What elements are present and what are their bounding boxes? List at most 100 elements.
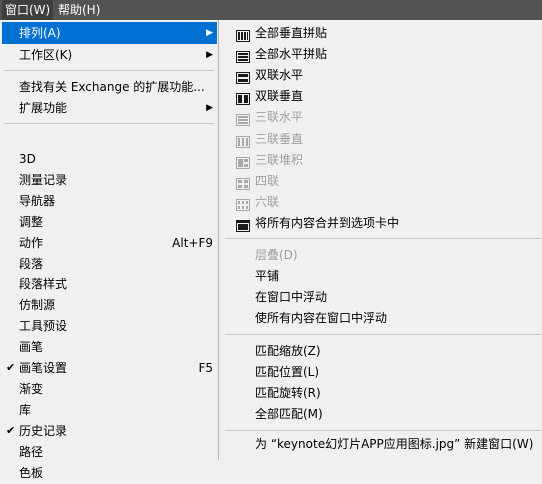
menu-item-label: 段落样式 bbox=[19, 277, 68, 292]
menu-item-label: 查找有关 Exchange 的扩展功能... bbox=[19, 80, 205, 94]
menu-item-layout[interactable]: 三联水平 bbox=[222, 106, 540, 128]
checkmark-icon: ✔ bbox=[6, 423, 16, 437]
menu-item-label: 平铺 bbox=[255, 269, 280, 283]
menu-item-match-zoom[interactable]: 匹配缩放(Z) bbox=[222, 340, 540, 362]
menu-item-panel[interactable]: 色板 bbox=[2, 462, 217, 484]
menu-item-panel[interactable]: 测量记录 bbox=[2, 169, 217, 191]
menu-item-layout[interactable]: 全部水平拼贴 bbox=[222, 43, 540, 65]
menu-item-label: 画笔设置 bbox=[19, 361, 68, 375]
menu-item-layout[interactable]: 三联垂直 bbox=[222, 128, 540, 150]
menu-item-panel[interactable]: ✔ 历史记录 bbox=[2, 420, 217, 442]
menu-separator bbox=[4, 70, 214, 71]
menu-item-panel[interactable]: 3D bbox=[2, 148, 217, 170]
menu-item-label: 画笔 bbox=[19, 340, 44, 355]
menu-item-label: 渐变 bbox=[19, 381, 44, 396]
menu-item-label: 工作区(K) bbox=[19, 48, 73, 62]
menu-item-label: 扩展功能 bbox=[19, 101, 68, 115]
six-up-icon bbox=[236, 196, 250, 211]
menu-item-panel[interactable]: 渐变 bbox=[2, 378, 217, 400]
menu-separator bbox=[4, 123, 214, 124]
menu-item-label: 全部垂直拼贴 bbox=[255, 26, 328, 40]
menu-item-panel[interactable]: 仿制源 bbox=[2, 294, 217, 316]
menu-item-panel[interactable]: 路径 bbox=[2, 441, 217, 463]
menu-window[interactable]: 窗口(W) bbox=[2, 0, 54, 20]
menu-item-label: 历史记录 bbox=[19, 423, 68, 438]
menu-item-panel[interactable]: 段落样式 bbox=[2, 273, 217, 295]
menu-help[interactable]: 帮助(H) bbox=[55, 0, 103, 20]
menu-item-panel[interactable]: 导航器 bbox=[2, 190, 217, 212]
menu-item-label: 3D bbox=[19, 152, 36, 166]
menu-separator bbox=[225, 430, 541, 431]
menu-item-label: 层叠(D) bbox=[255, 248, 298, 262]
menu-item-float-all[interactable]: 使所有内容在窗口中浮动 bbox=[222, 307, 540, 329]
menu-item-label: 三联水平 bbox=[255, 110, 304, 125]
menu-item-layout[interactable]: 双联垂直 bbox=[222, 85, 540, 107]
menu-item-panel[interactable]: 库 bbox=[2, 399, 217, 421]
tile-vertical-icon bbox=[236, 27, 250, 42]
menu-item-workspace[interactable]: 工作区(K) ▶ bbox=[2, 44, 217, 66]
menu-item-float-in-window[interactable]: 在窗口中浮动 bbox=[222, 286, 540, 308]
arrange-submenu: 全部垂直拼贴 全部水平拼贴 双联水平双联垂直三联水平三联垂直三联堆积四联六联将所有内… bbox=[218, 20, 542, 460]
menu-item-layout[interactable]: 全部垂直拼贴 bbox=[222, 22, 540, 44]
window-menu: 排列(A) ▶ 工作区(K) ▶ 查找有关 Exchange 的扩展功能... … bbox=[0, 20, 229, 480]
menu-item-label: 三联堆积 bbox=[255, 152, 304, 167]
menu-item-match-location[interactable]: 匹配位置(L) bbox=[222, 361, 540, 383]
menu-item-tile[interactable]: 平铺 bbox=[222, 265, 540, 287]
menu-item-label: 为 “keynote幻灯片APP应用图标.jpg” 新建窗口(W) bbox=[255, 437, 534, 451]
menu-item-cascade[interactable]: 层叠(D) bbox=[222, 244, 540, 266]
two-up-vertical-icon bbox=[236, 90, 250, 106]
submenu-arrow-icon: ▶ bbox=[206, 50, 213, 60]
submenu-arrow-icon: ▶ bbox=[206, 28, 213, 38]
menu-item-label: 调整 bbox=[19, 214, 44, 229]
menu-item-layout[interactable]: 将所有内容合并到选项卡中 bbox=[222, 212, 540, 234]
menu-item-panel[interactable]: 调整 bbox=[2, 211, 217, 233]
menu-item-panel[interactable]: 动作 Alt+F9 bbox=[2, 232, 217, 254]
three-up-vertical-icon bbox=[236, 133, 250, 148]
menu-item-panel[interactable]: ✔ 画笔设置 F5 bbox=[2, 357, 217, 379]
checkmark-icon: ✔ bbox=[6, 361, 16, 374]
menu-item-label: 库 bbox=[19, 402, 32, 417]
menu-item-label: 双联垂直 bbox=[255, 89, 304, 104]
four-up-icon bbox=[236, 175, 250, 190]
menu-item-label: 将所有内容合并到选项卡中 bbox=[255, 215, 400, 230]
menu-item-layout[interactable]: 四联 bbox=[222, 170, 540, 192]
menubar: 窗口(W) 帮助(H) bbox=[0, 0, 542, 20]
menu-item-label: 匹配旋转(R) bbox=[255, 386, 321, 400]
menu-item-arrange[interactable]: 排列(A) ▶ bbox=[2, 22, 217, 44]
menu-item-shortcut: F5 bbox=[198, 361, 213, 375]
menu-item-label: 路径 bbox=[19, 444, 44, 459]
menu-item-layout[interactable]: 双联水平 bbox=[222, 64, 540, 86]
menu-item-layout[interactable]: 三联堆积 bbox=[222, 149, 540, 171]
menu-item-label: 匹配位置(L) bbox=[255, 365, 320, 379]
menu-item-label: 工具预设 bbox=[19, 319, 68, 334]
menu-item-label: 动作 bbox=[19, 235, 44, 250]
three-up-horizontal-icon bbox=[236, 111, 250, 127]
menu-item-label: 全部匹配(M) bbox=[255, 407, 323, 421]
menu-item-find-exchange[interactable]: 查找有关 Exchange 的扩展功能... bbox=[2, 76, 217, 98]
menu-item-new-window[interactable]: 为 “keynote幻灯片APP应用图标.jpg” 新建窗口(W) bbox=[222, 433, 540, 455]
menu-item-label: 色板 bbox=[19, 465, 44, 480]
menu-item-label: 排列(A) bbox=[19, 26, 61, 40]
menu-item-match-rotation[interactable]: 匹配旋转(R) bbox=[222, 382, 540, 404]
two-up-horizontal-icon bbox=[236, 69, 250, 85]
consolidate-tabs-icon bbox=[236, 217, 250, 232]
three-up-stacked-icon bbox=[236, 154, 250, 169]
menu-item-label: 匹配缩放(Z) bbox=[255, 344, 321, 358]
menu-item-shortcut: Alt+F9 bbox=[172, 235, 213, 250]
menu-item-label: 三联垂直 bbox=[255, 131, 304, 146]
submenu-arrow-icon: ▶ bbox=[206, 103, 213, 113]
menu-item-label: 测量记录 bbox=[19, 172, 68, 187]
menu-item-label: 全部水平拼贴 bbox=[255, 47, 328, 62]
menu-item-layout[interactable]: 六联 bbox=[222, 191, 540, 213]
menu-item-label: 在窗口中浮动 bbox=[255, 290, 328, 304]
menu-item-label: 双联水平 bbox=[255, 68, 304, 83]
menu-item-label: 六联 bbox=[255, 194, 280, 209]
menu-item-panel[interactable]: 段落 bbox=[2, 253, 217, 275]
menu-separator bbox=[225, 334, 541, 335]
menu-item-panel[interactable]: 工具预设 bbox=[2, 315, 217, 337]
menu-item-extensions[interactable]: 扩展功能 ▶ bbox=[2, 97, 217, 119]
menu-separator bbox=[225, 238, 541, 239]
menu-item-match-all[interactable]: 全部匹配(M) bbox=[222, 403, 540, 425]
tile-horizontal-icon bbox=[236, 48, 250, 64]
menu-item-panel[interactable]: 画笔 bbox=[2, 336, 217, 358]
